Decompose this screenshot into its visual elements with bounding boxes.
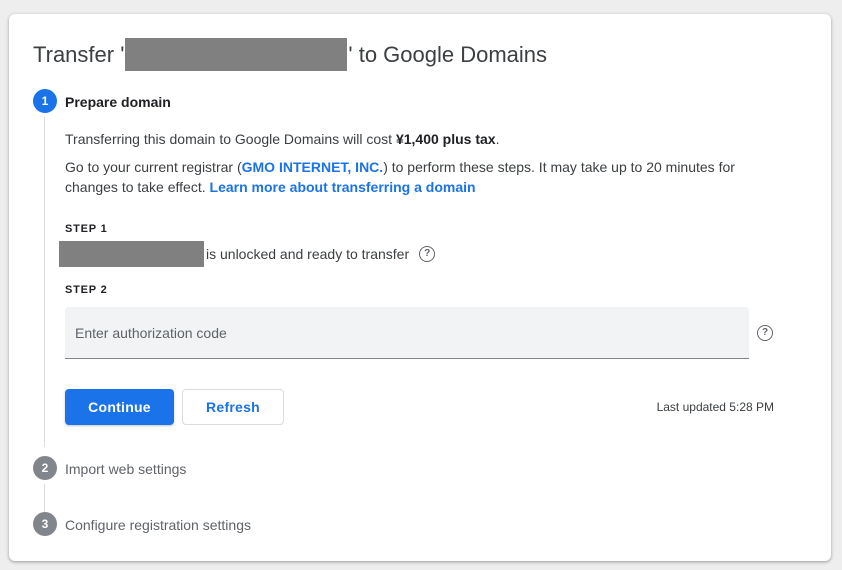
cost-text: Transferring this domain to Google Domai… [65, 129, 499, 149]
redacted-domain-name [125, 38, 348, 71]
cost-text-lead: Transferring this domain to Google Domai… [65, 131, 396, 147]
step-3-indicator: 3 [33, 512, 57, 536]
step-connector-line-2 [44, 484, 45, 512]
step-3-number: 3 [41, 517, 49, 531]
registrar-link[interactable]: GMO INTERNET, INC. [242, 159, 384, 175]
help-icon[interactable]: ? [419, 246, 436, 262]
authorization-code-field[interactable] [65, 307, 749, 359]
refresh-button[interactable]: Refresh [182, 389, 284, 425]
line2-pre: changes to take effect. [65, 179, 210, 195]
last-updated-text: Last updated 5:28 PM [656, 400, 774, 414]
unlock-status-row: is unlocked and ready to transfer ? [59, 241, 436, 267]
authorization-code-input[interactable] [65, 307, 749, 358]
cost-amount: ¥1,400 plus tax [395, 131, 496, 147]
step-1-indicator: 1 [33, 89, 57, 113]
step-1-title[interactable]: Prepare domain [65, 94, 171, 110]
title-suffix: ' to Google Domains [348, 41, 548, 67]
step-2-title[interactable]: Import web settings [65, 461, 186, 477]
transfer-dialog-card: Transfer ' ' to Google Domains 1 Prepare… [9, 14, 831, 561]
step-2-indicator: 2 [33, 456, 57, 480]
registrar-pre: Go to your current registrar ( [65, 159, 242, 175]
page-title: Transfer ' ' to Google Domains [33, 38, 547, 71]
registrar-instructions-line-1: Go to your current registrar (GMO INTERN… [65, 157, 735, 177]
title-prefix: Transfer ' [33, 41, 125, 67]
step-2-number: 2 [41, 461, 49, 475]
registrar-instructions-line-2: changes to take effect. Learn more about… [65, 177, 476, 197]
cost-text-end: . [495, 131, 500, 147]
step-3-title[interactable]: Configure registration settings [65, 517, 251, 533]
step-1-label: STEP 1 [65, 223, 108, 235]
auth-help-icon[interactable]: ? [757, 325, 773, 341]
unlock-status-text: is unlocked and ready to transfer [206, 246, 410, 262]
registrar-post: ) to perform these steps. It may take up… [383, 159, 735, 175]
step-2-label: STEP 2 [65, 284, 108, 296]
learn-more-link[interactable]: Learn more about transferring a domain [210, 179, 476, 195]
redacted-domain-name-2 [59, 241, 204, 267]
step-1-number: 1 [41, 94, 49, 108]
step-connector-line [44, 117, 45, 447]
continue-button[interactable]: Continue [65, 389, 174, 425]
